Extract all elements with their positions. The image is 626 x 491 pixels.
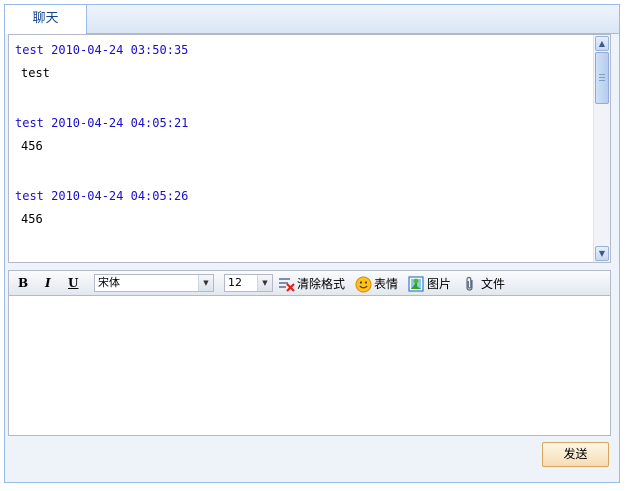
scroll-up-button[interactable]: ▲ xyxy=(595,36,609,51)
bold-button[interactable]: B xyxy=(18,276,28,290)
underline-button[interactable]: U xyxy=(68,276,78,290)
message-editor[interactable] xyxy=(8,296,611,436)
italic-button[interactable]: I xyxy=(45,276,51,290)
smiley-icon xyxy=(355,276,372,293)
emoticon-button[interactable]: 表情 xyxy=(355,275,401,293)
scroll-grip xyxy=(599,77,605,78)
image-button[interactable]: 图片 xyxy=(408,275,454,293)
paperclip-icon xyxy=(466,276,473,291)
font-family-value: 宋体 xyxy=(98,276,120,289)
tab-strip: 聊天 xyxy=(5,5,619,34)
message-header: test 2010-04-24 04:05:21 xyxy=(15,116,189,130)
file-label: 文件 xyxy=(481,277,506,291)
message-header: test 2010-04-24 03:50:35 xyxy=(15,43,189,57)
image-label: 图片 xyxy=(427,277,452,291)
clear-format-icon xyxy=(279,278,295,292)
send-button[interactable]: 发送 xyxy=(542,442,609,467)
font-family-select[interactable]: 宋体 ▼ xyxy=(94,274,214,292)
emoticon-label: 表情 xyxy=(374,277,399,291)
format-toolbar: B I U 宋体 ▼ 12 ▼ 清除格式 表情 图片 文件 xyxy=(8,270,611,296)
vertical-scrollbar[interactable]: ▲ ▼ xyxy=(593,35,610,262)
file-button[interactable]: 文件 xyxy=(462,275,508,293)
scroll-grip xyxy=(599,74,605,75)
tab-chat[interactable]: 聊天 xyxy=(5,5,87,34)
scroll-thumb[interactable] xyxy=(595,52,609,104)
chevron-down-icon[interactable]: ▼ xyxy=(198,275,213,291)
clear-format-label: 清除格式 xyxy=(297,277,346,291)
message-body: 456 xyxy=(21,139,43,153)
chevron-down-icon[interactable]: ▼ xyxy=(257,275,272,291)
message-body: 456 xyxy=(21,212,43,226)
font-size-value: 12 xyxy=(228,276,242,289)
picture-icon xyxy=(408,276,424,292)
clear-format-button[interactable]: 清除格式 xyxy=(278,275,350,293)
scroll-down-button[interactable]: ▼ xyxy=(595,246,609,261)
message-body: test xyxy=(21,66,50,80)
scroll-grip xyxy=(599,80,605,81)
font-size-select[interactable]: 12 ▼ xyxy=(224,274,273,292)
message-header: test 2010-04-24 04:05:26 xyxy=(15,189,189,203)
chat-history[interactable]: test 2010-04-24 03:50:35 test test 2010-… xyxy=(8,34,611,263)
